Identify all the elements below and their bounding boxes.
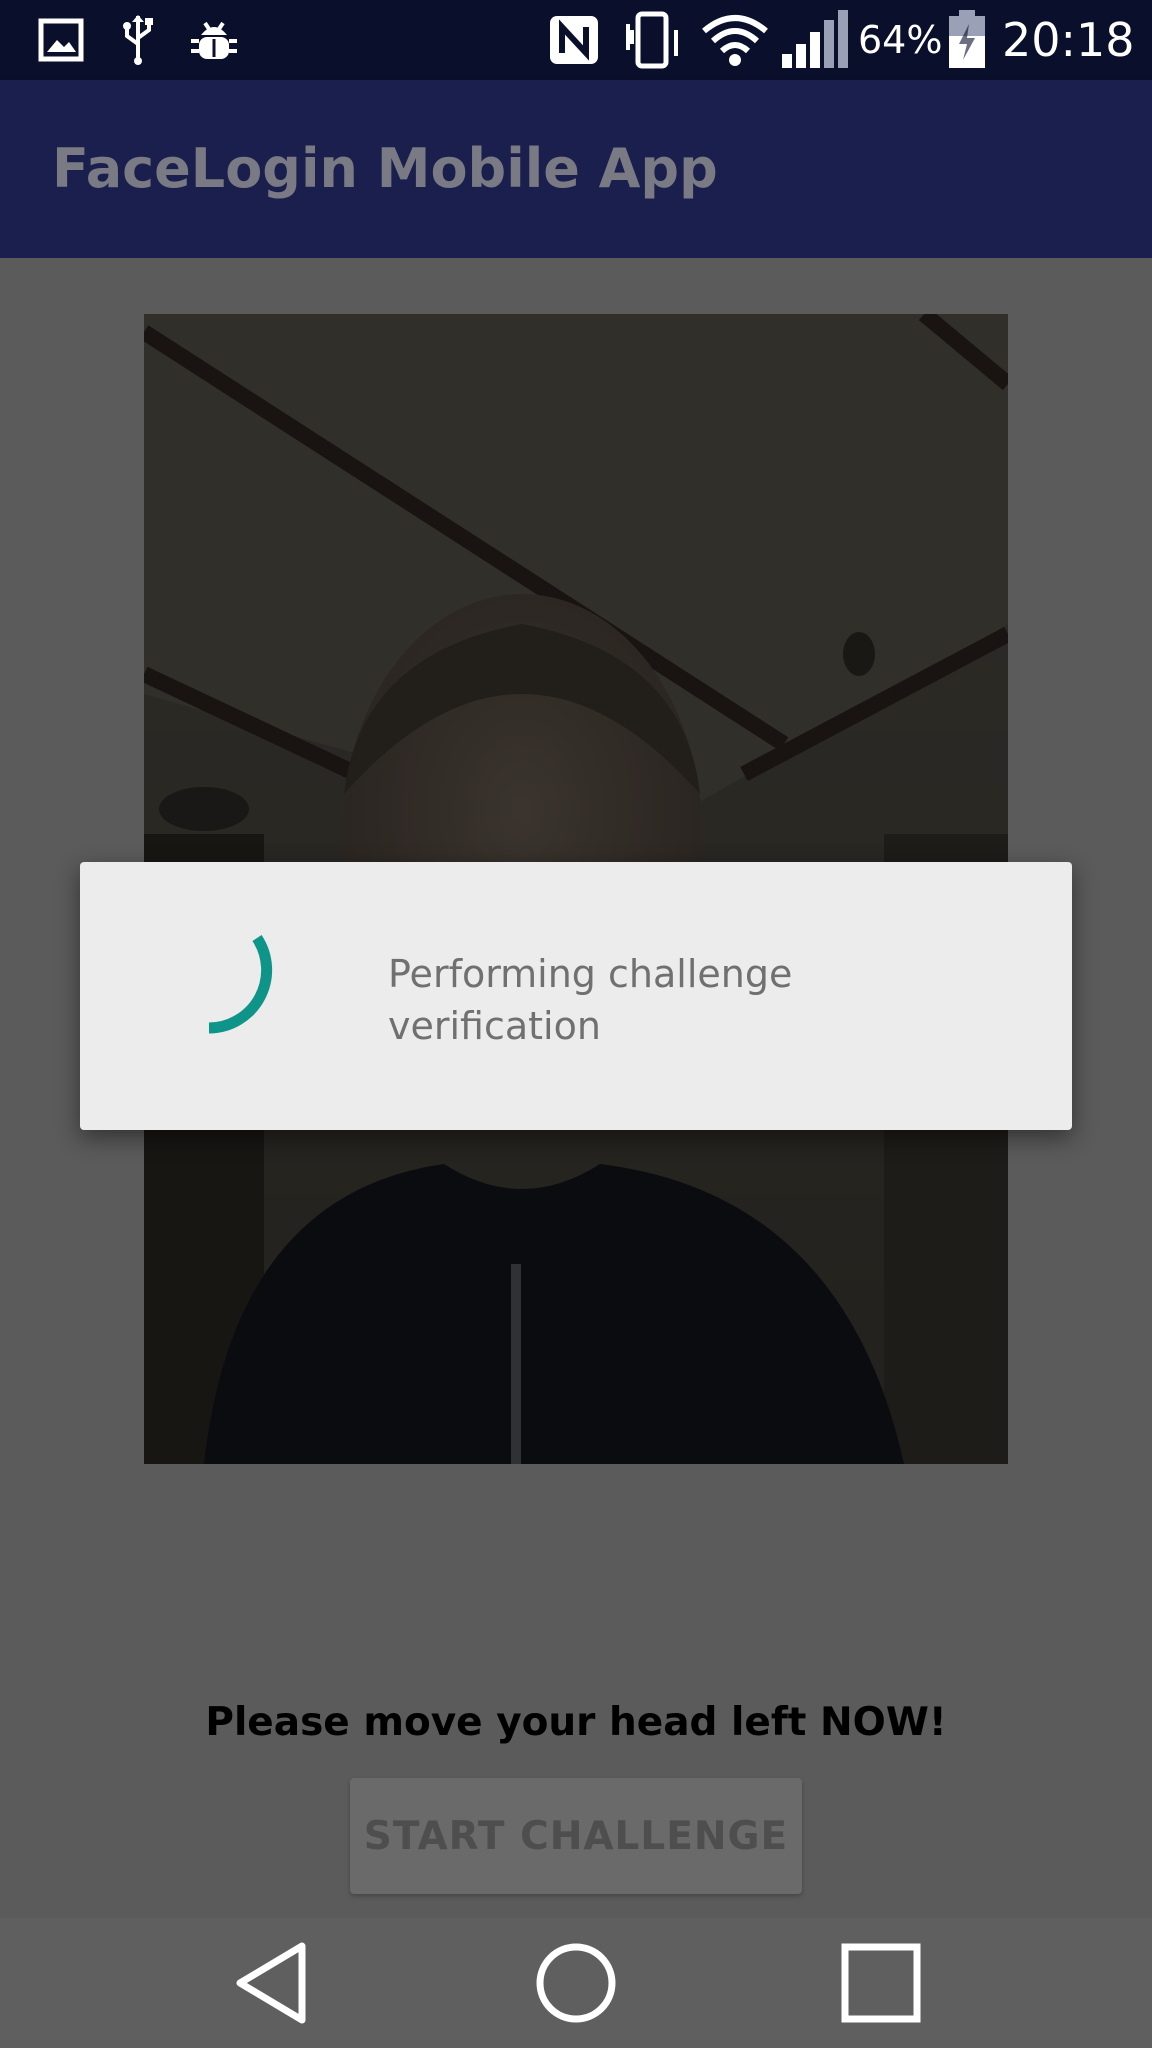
recents-icon[interactable] xyxy=(801,1918,961,2048)
battery-charging-icon xyxy=(946,10,988,68)
start-challenge-button[interactable]: START CHALLENGE xyxy=(350,1778,802,1894)
navigation-bar xyxy=(0,1918,1152,2048)
android-debug-icon xyxy=(186,14,242,66)
home-icon[interactable] xyxy=(496,1918,656,2048)
vibrate-icon xyxy=(622,11,684,69)
wifi-icon xyxy=(700,14,770,66)
gallery-icon xyxy=(36,14,86,66)
progress-dialog: Performing challenge verification xyxy=(80,862,1072,1130)
nfc-icon xyxy=(544,14,604,66)
app-title: FaceLogin Mobile App xyxy=(52,137,718,200)
signal-icon xyxy=(780,10,850,68)
clock: 20:18 xyxy=(1002,13,1135,67)
loading-spinner-icon xyxy=(208,934,273,1034)
usb-icon xyxy=(118,14,158,66)
battery-percent: 64% xyxy=(858,18,943,62)
dialog-message: Performing challenge verification xyxy=(388,952,793,1048)
instruction-text: Please move your head left NOW! xyxy=(205,1700,947,1745)
status-bar: 64% 20:18 xyxy=(0,0,1152,80)
back-icon[interactable] xyxy=(192,1918,352,2048)
